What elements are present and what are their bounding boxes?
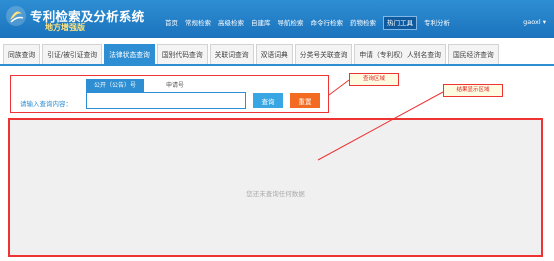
annotation-lines [317,79,444,161]
result-annotation-line [317,91,444,161]
annotation-result-area: 结果显示区域 [443,84,503,97]
query-annotation-line [328,79,350,96]
annotation-query-area: 查询区域 [349,73,399,86]
